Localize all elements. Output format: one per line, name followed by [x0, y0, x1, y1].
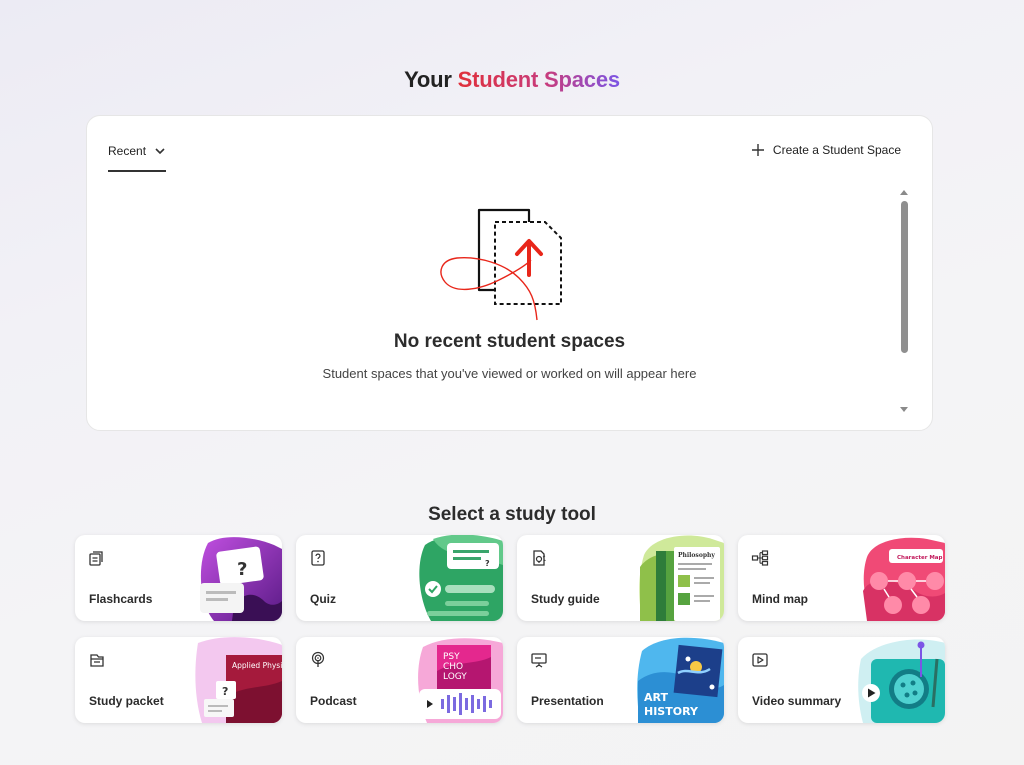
podcast-icon	[309, 651, 327, 669]
mind-map-thumbnail: Character Map	[857, 535, 945, 621]
study-packet-question-mark: ?	[222, 685, 228, 698]
study-packet-thumbnail: Applied Physics ?	[194, 637, 282, 723]
study-guide-heading: Philosophy	[678, 552, 715, 559]
study-packet-icon	[88, 651, 106, 669]
podcast-art-line-1: PSY	[443, 652, 460, 662]
flashcards-icon	[88, 549, 106, 567]
empty-state-subtitle: Student spaces that you've viewed or wor…	[322, 366, 697, 381]
study-tools-title: Select a study tool	[428, 503, 596, 525]
video-summary-icon	[751, 651, 769, 669]
tool-card-study-packet[interactable]: Study packet Applied Physics ?	[75, 637, 282, 723]
flashcards-question-mark: ?	[237, 559, 247, 580]
tool-card-study-guide[interactable]: Study guide Philosophy	[517, 535, 724, 621]
podcast-thumbnail: PSY CHO LOGY	[415, 637, 503, 723]
tool-label-study-guide: Study guide	[531, 592, 600, 606]
study-guide-icon	[530, 549, 548, 567]
study-guide-thumbnail: Philosophy	[636, 535, 724, 621]
tool-label-flashcards: Flashcards	[89, 592, 153, 606]
page-title-accent: Student Spaces	[457, 66, 620, 92]
chevron-down-icon	[155, 148, 165, 155]
tool-card-podcast[interactable]: Podcast PSY CHO LOGY	[296, 637, 503, 723]
create-student-space-button[interactable]: Create a Student Space	[751, 143, 901, 157]
page-title-prefix: Your	[404, 66, 452, 92]
tool-label-study-packet: Study packet	[89, 694, 164, 708]
study-tools-grid: Flashcards ? Quiz ? Study guide Philosop…	[75, 535, 945, 723]
scroll-up-arrow-icon[interactable]	[900, 190, 908, 195]
empty-state-title: No recent student spaces	[393, 331, 626, 352]
tool-label-presentation: Presentation	[531, 694, 604, 708]
scroll-down-arrow-icon[interactable]	[900, 407, 908, 412]
presentation-art-line-1: ART	[644, 691, 668, 704]
page-title: Your Student Spaces	[0, 67, 1024, 93]
tool-label-video-summary: Video summary	[752, 694, 842, 708]
student-spaces-panel: Recent Create a Student Space No recent …	[86, 115, 933, 431]
vertical-scrollbar[interactable]	[898, 188, 910, 414]
empty-state-upload-illustration	[440, 208, 562, 321]
presentation-icon	[530, 651, 548, 669]
tool-card-presentation[interactable]: Presentation ART HISTORY	[517, 637, 724, 723]
presentation-art-line-2: HISTORY	[644, 705, 699, 718]
study-packet-title: Applied Physics	[232, 661, 282, 670]
create-student-space-label: Create a Student Space	[772, 143, 901, 157]
presentation-thumbnail: ART HISTORY	[636, 637, 724, 723]
tool-label-mind-map: Mind map	[752, 592, 808, 606]
mind-map-icon	[751, 549, 769, 567]
tool-card-quiz[interactable]: Quiz ?	[296, 535, 503, 621]
flashcards-thumbnail: ?	[194, 535, 282, 621]
tool-label-podcast: Podcast	[310, 694, 357, 708]
podcast-art-line-3: LOGY	[443, 672, 467, 682]
podcast-art-line-2: CHO	[443, 662, 463, 672]
mind-map-heading: Character Map	[897, 555, 943, 561]
tool-card-video-summary[interactable]: Video summary	[738, 637, 945, 723]
quiz-thumbnail: ?	[415, 535, 503, 621]
tool-card-mind-map[interactable]: Mind map Character Map	[738, 535, 945, 621]
quiz-question-mark: ?	[485, 559, 490, 568]
recent-filter-label: Recent	[108, 144, 147, 158]
plus-icon	[751, 144, 764, 156]
quiz-icon	[309, 549, 327, 567]
video-summary-thumbnail	[857, 637, 945, 723]
tool-label-quiz: Quiz	[310, 592, 336, 606]
tool-card-flashcards[interactable]: Flashcards ?	[75, 535, 282, 621]
scrollbar-thumb[interactable]	[901, 201, 908, 353]
recent-filter-dropdown[interactable]: Recent	[108, 144, 167, 172]
